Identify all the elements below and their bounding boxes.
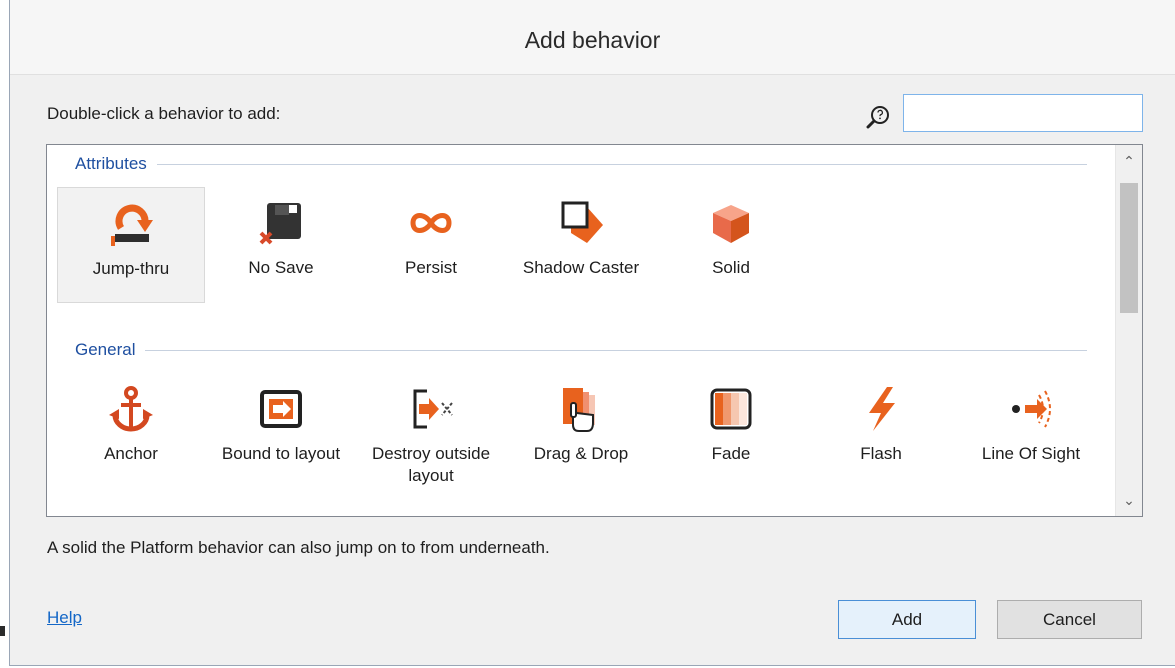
behavior-item-line-of-sight[interactable]: Line Of Sight bbox=[957, 373, 1105, 489]
category-header-attributes: Attributes bbox=[75, 154, 147, 173]
destroy-outside-layout-icon bbox=[413, 389, 453, 429]
behavior-item-drag-and-drop[interactable]: Drag & Drop bbox=[507, 373, 655, 489]
behavior-label: Shadow Caster bbox=[522, 258, 640, 277]
category-divider bbox=[156, 164, 1087, 165]
category-divider bbox=[145, 350, 1087, 351]
no-save-icon bbox=[259, 203, 301, 245]
behavior-list[interactable]: ⌃ ⌄ Attributes Jump-thru No Save Persist Sha… bbox=[46, 144, 1143, 517]
dialog-title: Add behavior bbox=[10, 0, 1175, 75]
scroll-up-icon[interactable]: ⌃ bbox=[1116, 149, 1142, 173]
search-icon bbox=[866, 106, 889, 129]
fade-icon bbox=[710, 388, 752, 430]
line-of-sight-icon bbox=[1012, 390, 1051, 428]
add-button[interactable]: Add bbox=[838, 600, 976, 639]
instruction-label: Double-click a behavior to add: bbox=[47, 104, 281, 123]
behavior-label: Anchor bbox=[104, 444, 158, 463]
bound-to-layout-icon bbox=[260, 390, 302, 428]
add-behavior-dialog: Add behavior Double-click a behavior to … bbox=[9, 0, 1175, 666]
vertical-scrollbar[interactable]: ⌃ ⌄ bbox=[1115, 145, 1142, 516]
behavior-item-destroy-outside-layout[interactable]: Destroy outside layout bbox=[357, 373, 505, 489]
behavior-label: Fade bbox=[711, 444, 751, 463]
cancel-button[interactable]: Cancel bbox=[997, 600, 1142, 639]
jump-thru-icon bbox=[111, 204, 153, 246]
behavior-item-no-save[interactable]: No Save bbox=[207, 187, 355, 303]
behavior-label: Destroy outside layout bbox=[371, 444, 491, 485]
persist-icon bbox=[410, 213, 452, 233]
behavior-label: Flash bbox=[860, 444, 902, 463]
anchor-icon bbox=[109, 386, 153, 432]
scroll-thumb[interactable] bbox=[1120, 183, 1138, 313]
search-input[interactable] bbox=[903, 94, 1143, 132]
behavior-label: Jump-thru bbox=[92, 259, 170, 278]
behavior-label: Line Of Sight bbox=[981, 444, 1081, 463]
scroll-down-icon[interactable]: ⌄ bbox=[1116, 488, 1142, 512]
help-link[interactable]: Help bbox=[47, 608, 82, 628]
drag-and-drop-icon bbox=[563, 388, 595, 432]
behavior-item-persist[interactable]: Persist bbox=[357, 187, 505, 303]
behavior-item-shadow-caster[interactable]: Shadow Caster bbox=[507, 187, 655, 303]
behavior-item-fade[interactable]: Fade bbox=[657, 373, 805, 489]
behavior-item-anchor[interactable]: Anchor bbox=[57, 373, 205, 489]
behavior-item-jump-thru[interactable]: Jump-thru bbox=[57, 187, 205, 303]
behavior-label: Persist bbox=[405, 258, 457, 277]
flash-icon bbox=[869, 387, 895, 431]
behavior-label: No Save bbox=[248, 258, 314, 277]
solid-icon bbox=[713, 205, 749, 243]
background-window-edge bbox=[0, 626, 5, 636]
behavior-label: Bound to layout bbox=[221, 444, 341, 463]
behavior-label: Drag & Drop bbox=[533, 444, 629, 463]
behavior-label: Solid bbox=[712, 258, 750, 277]
behavior-description: A solid the Platform behavior can also j… bbox=[47, 538, 550, 557]
category-header-general: General bbox=[75, 340, 136, 359]
behavior-item-solid[interactable]: Solid bbox=[657, 187, 805, 303]
behavior-item-bound-to-layout[interactable]: Bound to layout bbox=[207, 373, 355, 489]
behavior-item-flash[interactable]: Flash bbox=[807, 373, 955, 489]
shadow-caster-icon bbox=[561, 201, 603, 243]
